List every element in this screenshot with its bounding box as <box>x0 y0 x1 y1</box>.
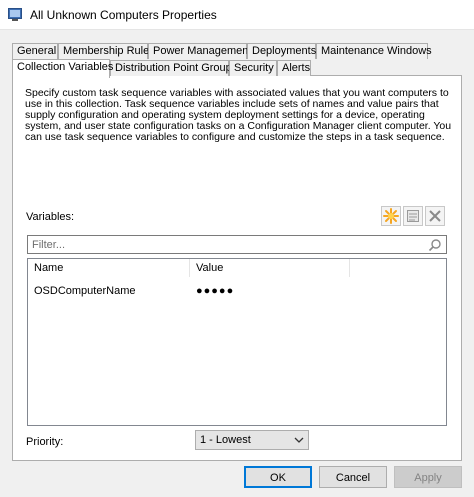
tab-general[interactable]: General <box>12 43 58 59</box>
priority-selected-value: 1 - Lowest <box>200 434 251 446</box>
tab-alerts[interactable]: Alerts <box>277 60 311 76</box>
tab-label: Maintenance Windows <box>321 45 432 57</box>
delete-variable-button[interactable] <box>425 206 445 226</box>
tab-label: Security <box>234 62 274 74</box>
tab-maintenance-windows[interactable]: Maintenance Windows <box>316 43 432 59</box>
app-icon <box>8 8 22 21</box>
variables-label: Variables: <box>26 211 75 223</box>
tab-label: Alerts <box>282 62 311 74</box>
tab-membership-rules[interactable]: Membership Rules <box>58 43 155 59</box>
tab-label: General <box>17 45 57 57</box>
tab-label: Deployments <box>252 45 317 57</box>
tab-deployments[interactable]: Deployments <box>247 43 316 59</box>
filter-box <box>27 235 447 254</box>
variables-list[interactable]: Name Value OSDComputerName ●●●●● <box>27 258 447 426</box>
tab-security[interactable]: Security <box>229 60 277 76</box>
edit-variable-button[interactable] <box>403 206 423 226</box>
apply-button[interactable]: Apply <box>394 466 462 488</box>
ok-button[interactable]: OK <box>244 466 312 488</box>
priority-label: Priority: <box>26 436 64 448</box>
column-header-name[interactable]: Name <box>28 259 190 277</box>
variable-name: OSDComputerName <box>34 285 136 297</box>
new-variable-button[interactable] <box>381 206 401 226</box>
tab-label: Membership Rules <box>63 45 155 57</box>
description-text: Specify custom task sequence variables w… <box>25 87 452 143</box>
search-icon[interactable] <box>428 238 442 252</box>
new-star-icon <box>383 208 399 224</box>
priority-select[interactable]: 1 - Lowest <box>195 430 309 450</box>
window-title: All Unknown Computers Properties <box>30 8 217 22</box>
tab-label: Power Management <box>153 45 252 57</box>
delete-x-icon <box>429 210 441 222</box>
chevron-down-icon <box>294 437 304 443</box>
tab-power-management[interactable]: Power Management <box>148 43 251 59</box>
filter-input[interactable] <box>28 236 423 253</box>
collection-variables-panel: Specify custom task sequence variables w… <box>12 75 462 461</box>
tab-distribution-point-groups[interactable]: Distribution Point Groups <box>110 60 237 76</box>
tab-label: Distribution Point Groups <box>115 62 238 74</box>
list-item[interactable]: OSDComputerName ●●●●● <box>28 283 446 299</box>
properties-icon <box>407 210 419 222</box>
variable-value: ●●●●● <box>196 285 235 297</box>
tab-collection-variables[interactable]: Collection Variables <box>12 59 114 78</box>
cancel-button[interactable]: Cancel <box>319 466 387 488</box>
title-bar: All Unknown Computers Properties <box>0 0 474 30</box>
tab-label: Collection Variables <box>17 61 114 73</box>
column-header-value[interactable]: Value <box>190 259 350 277</box>
